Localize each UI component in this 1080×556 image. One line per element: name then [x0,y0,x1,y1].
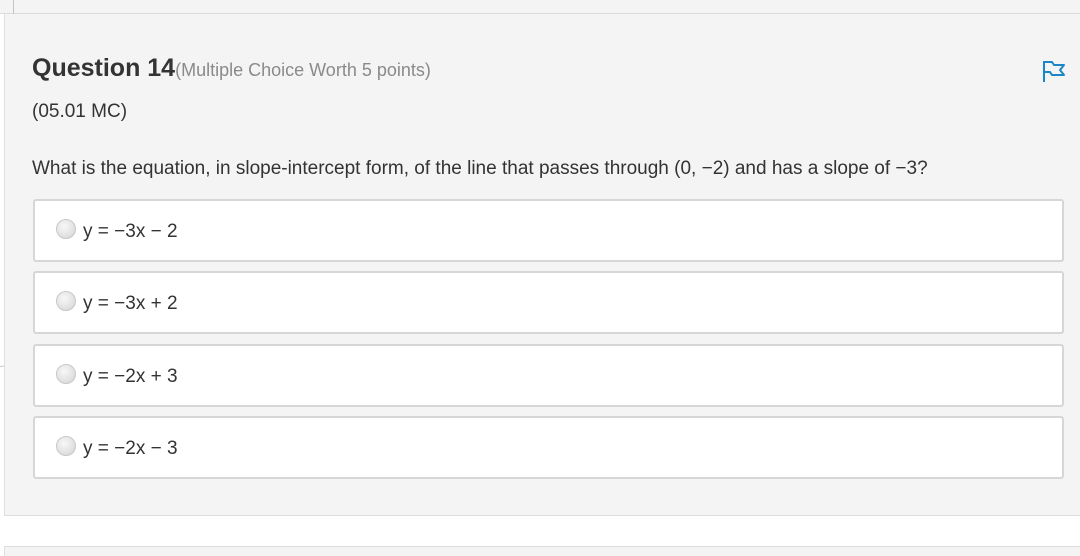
radio-button[interactable] [56,219,76,239]
answer-option-label: y = −2x − 3 [83,438,178,459]
answer-option-label: y = −2x + 3 [83,366,178,387]
next-question-card-edge [4,546,1080,556]
question-header: Question 14(Multiple Choice Worth 5 poin… [32,54,431,83]
page: Question 14(Multiple Choice Worth 5 poin… [0,0,1080,556]
flag-icon-graphic [1043,61,1065,82]
question-title: Question 14 [32,54,176,82]
question-text: What is the equation, in slope-intercept… [32,158,928,179]
previous-question-card-edge [0,0,1080,14]
answer-option-label: y = −3x + 2 [83,293,178,314]
question-card: Question 14(Multiple Choice Worth 5 poin… [4,14,1080,516]
radio-button[interactable] [56,436,76,456]
flag-icon[interactable] [1041,58,1067,84]
question-meta: (Multiple Choice Worth 5 points) [175,60,431,80]
radio-button[interactable] [56,364,76,384]
radio-button[interactable] [56,291,76,311]
answer-option-label: y = −3x − 2 [83,221,178,242]
answer-option-2[interactable]: y = −3x + 2 [33,271,1064,334]
answer-option-3[interactable]: y = −2x + 3 [33,344,1064,407]
answer-option-1[interactable]: y = −3x − 2 [33,199,1064,262]
question-code: (05.01 MC) [32,101,128,122]
answer-option-4[interactable]: y = −2x − 3 [33,416,1064,479]
